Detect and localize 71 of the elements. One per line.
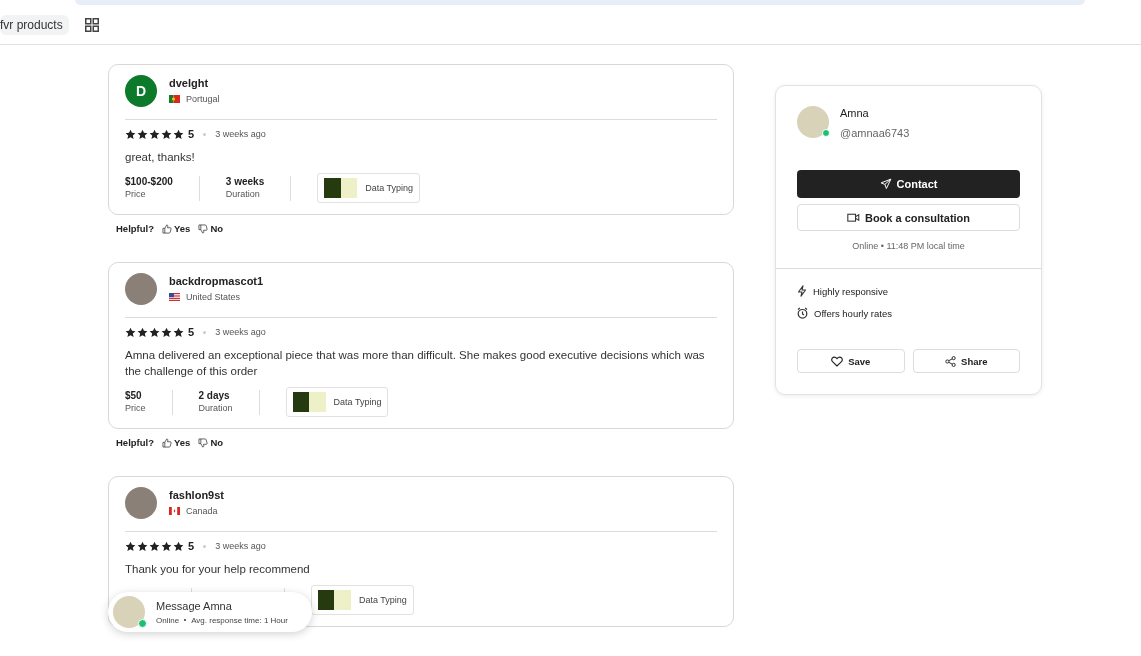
thumbs-down-icon (198, 223, 209, 234)
online-status: Online (156, 615, 180, 625)
flag-icon (169, 94, 180, 103)
username: fashlon9st (169, 488, 224, 501)
review-date: 3 weeks ago (215, 327, 266, 337)
flag-icon (169, 292, 180, 301)
gig-title: Data Typing (333, 397, 382, 407)
rating-value: 5 (188, 128, 195, 140)
country-name: United States (186, 291, 241, 302)
review-text: Thank you for your help recommend (125, 562, 311, 577)
user-avatar: D (125, 75, 157, 107)
book-consultation-button[interactable]: Book a consultation (797, 204, 1020, 231)
review-text: Amna delivered an exceptional piece that was more than difficult. She makes good executive decisions which was the challenge of this order (125, 348, 706, 379)
feature-label: Offers hourly rates (814, 307, 892, 319)
helpful-label: Helpful? (116, 223, 154, 234)
helpful-no-button[interactable]: No (198, 223, 224, 234)
share-button[interactable]: Share (912, 349, 1020, 373)
rating-value: 5 (188, 540, 195, 552)
helpful-label: Helpful? (116, 437, 154, 448)
username: dvelght (169, 76, 210, 89)
rating-value: 5 (188, 326, 195, 338)
contact-button[interactable]: Contact (797, 170, 1020, 198)
review-text: great, thanks! (125, 150, 196, 165)
country-name: Canada (186, 505, 218, 516)
thumbs-up-icon (162, 223, 172, 234)
duration-label: Duration (225, 188, 261, 199)
seller-name: Amna (840, 107, 870, 119)
save-button[interactable]: Save (797, 349, 905, 373)
review-date: 3 weeks ago (215, 129, 266, 139)
seller-avatar-placeholder (797, 106, 829, 138)
lightning-icon (797, 285, 807, 297)
gig-thumbnail-placeholder (324, 178, 358, 198)
bookmark[interactable]: fvr products (0, 15, 69, 35)
thumbs-down-icon (198, 437, 209, 448)
duration-label: Duration (198, 402, 233, 413)
avatar-photo-placeholder (125, 273, 157, 305)
gig-thumbnail-placeholder (292, 392, 326, 412)
price-value: $100-$200 (125, 175, 173, 187)
feature-label: Highly responsive (813, 285, 888, 297)
message-popup[interactable]: Message Amna Online Avg. response time: 1 Hour (108, 592, 312, 632)
gig-thumbnail-placeholder (318, 590, 351, 610)
gig-title: Data Typing (359, 595, 407, 605)
duration-value: 3 weeks (225, 175, 265, 187)
seller-handle: @amnaa6743 (840, 127, 910, 139)
flag-icon (169, 506, 180, 515)
avatar-photo-placeholder (125, 487, 157, 519)
gig-link[interactable]: Data Typing (311, 585, 414, 615)
gig-link[interactable]: Data Typing (285, 387, 389, 417)
price-label: Price (125, 402, 146, 413)
price-value: $50 (125, 389, 143, 401)
helpful-yes-button[interactable]: Yes (162, 437, 191, 448)
country-name: Portugal (186, 93, 220, 104)
seller-local-time: Online • 11:48 PM local time (851, 241, 966, 251)
video-camera-icon (846, 212, 860, 223)
helpful-no-button[interactable]: No (198, 437, 224, 448)
price-label: Price (125, 188, 147, 199)
helpful-yes-button[interactable]: Yes (162, 223, 191, 234)
share-icon (945, 355, 957, 367)
send-icon (879, 178, 892, 190)
seller-avatar-placeholder (113, 596, 145, 628)
popup-title: Message Amna (156, 599, 233, 612)
duration-value: 2 days (198, 389, 231, 401)
stopwatch-icon (797, 307, 808, 319)
gig-title: Data Typing (365, 183, 414, 193)
username: backdropmascot1 (169, 274, 264, 287)
gig-link[interactable]: Data Typing (317, 173, 421, 203)
review-date: 3 weeks ago (215, 541, 266, 551)
heart-icon (831, 355, 844, 367)
response-time: Avg. response time: 1 Hour (191, 615, 288, 625)
thumbs-up-icon (162, 437, 172, 448)
apps-grid-icon[interactable] (84, 18, 99, 32)
